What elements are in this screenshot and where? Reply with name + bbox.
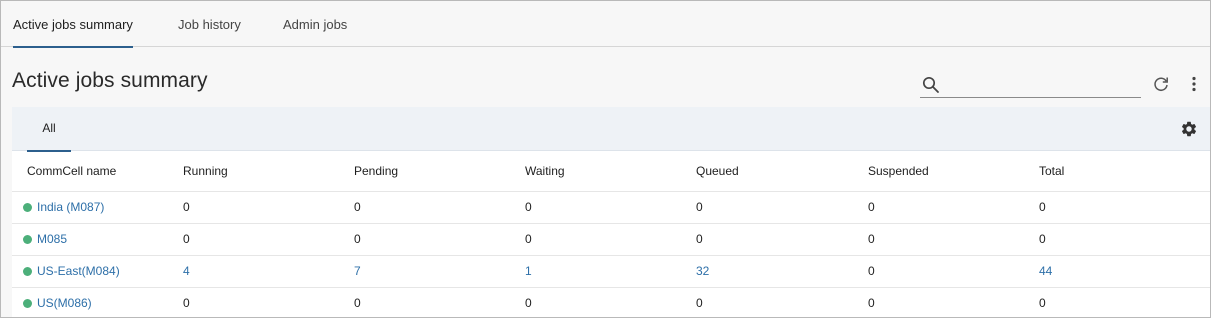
total-count-link[interactable]: 44 [1039,264,1052,278]
table-row: M085 0 0 0 0 0 0 [12,222,1210,255]
table-row: US-East(M084) 4 7 1 32 0 44 [12,254,1210,287]
table-header-row: CommCell name Running Pending Waiting Qu… [12,151,1210,191]
suspended-cell: 0 [868,286,1039,317]
running-cell: 0 [183,286,354,317]
commcell-link[interactable]: M085 [37,232,67,246]
queued-cell: 0 [696,190,868,223]
commcell-link[interactable]: US-East(M084) [37,264,120,278]
pending-cell: 0 [354,286,525,317]
queued-count-link[interactable]: 32 [696,264,709,278]
refresh-icon[interactable] [1152,75,1170,96]
suspended-cell: 0 [868,222,1039,255]
table-row: India (M087) 0 0 0 0 0 0 [12,190,1210,223]
commcell-link[interactable]: US(M086) [37,296,92,310]
total-cell: 0 [1039,190,1210,223]
total-cell: 0 [1039,222,1210,255]
subtab-all[interactable]: All [27,107,71,152]
column-header-pending[interactable]: Pending [354,151,525,191]
waiting-count-link[interactable]: 1 [525,264,532,278]
column-header-running[interactable]: Running [183,151,354,191]
column-header-suspended[interactable]: Suspended [868,151,1039,191]
commcell-link[interactable]: India (M087) [37,200,104,214]
status-online-icon [23,267,32,276]
queued-cell: 0 [696,286,868,317]
column-header-queued[interactable]: Queued [696,151,868,191]
suspended-cell: 0 [868,190,1039,223]
page-title: Active jobs summary [12,69,208,92]
column-header-total[interactable]: Total [1039,151,1210,191]
waiting-cell: 0 [525,286,696,317]
status-online-icon [23,203,32,212]
waiting-cell: 0 [525,190,696,223]
search-box[interactable] [920,71,1141,98]
tab-admin-jobs[interactable]: Admin jobs [283,1,347,47]
gear-icon[interactable] [1180,120,1198,141]
app-frame: Active jobs summary Job history Admin jo… [0,0,1211,318]
column-header-commcell-name[interactable]: CommCell name [12,151,183,191]
status-online-icon [23,299,32,309]
total-cell: 0 [1039,286,1210,317]
running-count-link[interactable]: 4 [183,264,190,278]
top-tab-bar: Active jobs summary Job history Admin jo… [1,1,1210,48]
suspended-cell: 0 [868,254,1039,287]
table-row: US(M086) 0 0 0 0 0 0 [12,286,1210,317]
more-vertical-icon[interactable] [1190,75,1198,96]
pending-cell: 0 [354,222,525,255]
jobs-table: CommCell name Running Pending Waiting Qu… [12,151,1210,317]
pending-cell: 0 [354,190,525,223]
waiting-cell: 0 [525,222,696,255]
queued-cell: 0 [696,222,868,255]
tab-job-history[interactable]: Job history [178,1,241,47]
jobs-panel: All CommCell name Running Pending Waitin… [12,107,1210,317]
subtab-bar: All [12,107,1210,152]
search-input[interactable] [946,73,1136,95]
status-online-icon [23,235,32,244]
running-cell: 0 [183,222,354,255]
column-header-waiting[interactable]: Waiting [525,151,696,191]
tab-active-jobs-summary[interactable]: Active jobs summary [13,1,133,48]
running-cell: 0 [183,190,354,223]
pending-count-link[interactable]: 7 [354,264,361,278]
